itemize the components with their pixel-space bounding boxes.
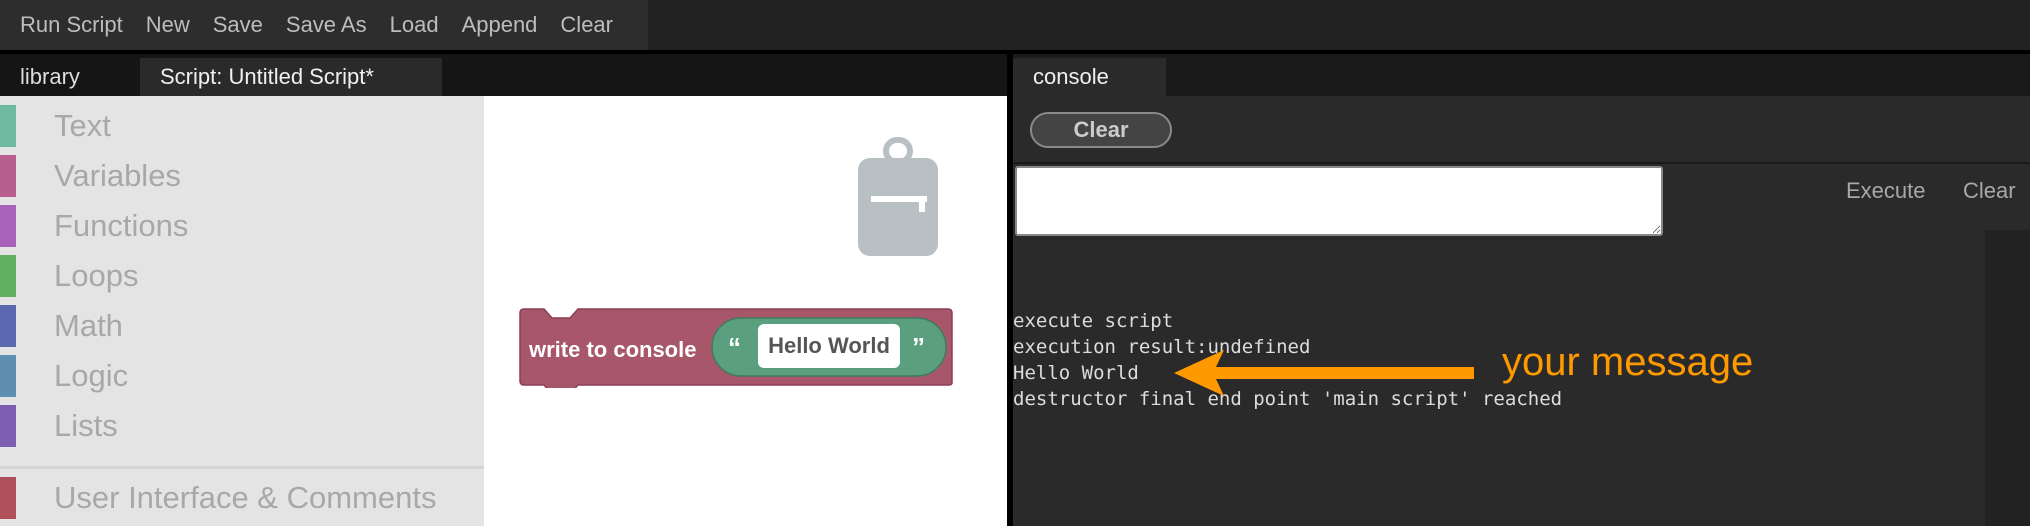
category-loops[interactable]: Loops — [0, 251, 484, 301]
category-user-interface-comments[interactable]: User Interface & Comments — [0, 473, 484, 523]
load-button[interactable]: Load — [380, 12, 449, 38]
category-label: Logic — [54, 358, 129, 393]
category-lists[interactable]: Lists — [0, 401, 484, 451]
category-color-swatch — [0, 305, 16, 347]
category-label: Variables — [54, 158, 181, 193]
category-label: Loops — [54, 258, 139, 293]
category-variables[interactable]: Variables — [0, 151, 484, 201]
console-tab-bar: console — [1013, 54, 2030, 96]
category-functions[interactable]: Functions — [0, 201, 484, 251]
console-panel: Clear Execute Clear execute script execut… — [1013, 96, 2030, 526]
category-label: Lists — [54, 408, 118, 443]
category-label: Text — [54, 108, 111, 143]
block-label: write to console — [529, 337, 697, 362]
open-quote: “ — [728, 332, 741, 362]
save-button[interactable]: Save — [203, 12, 273, 38]
close-quote: ” — [912, 332, 925, 362]
script-workspace[interactable]: write to console “ Hello World ” — [484, 96, 1007, 526]
tab-script[interactable]: Script: Untitled Script* — [140, 58, 442, 96]
console-divider — [1013, 162, 2030, 164]
string-value-field[interactable]: Hello World — [758, 324, 900, 368]
annotation-label: your message — [1502, 340, 1754, 384]
execute-button[interactable]: Execute — [1846, 178, 1926, 204]
save-as-button[interactable]: Save As — [276, 12, 377, 38]
console-clear-button[interactable]: Clear — [1030, 112, 1172, 148]
console-scrollbar[interactable] — [1985, 230, 2030, 526]
category-color-swatch — [0, 405, 16, 447]
log-line: execute script — [1013, 310, 1174, 332]
category-label: Math — [54, 308, 123, 343]
category-math[interactable]: Math — [0, 301, 484, 351]
category-color-swatch — [0, 355, 16, 397]
category-label: Functions — [54, 208, 189, 243]
run-script-button[interactable]: Run Script — [10, 12, 133, 38]
category-color-swatch — [0, 477, 16, 519]
new-button[interactable]: New — [136, 12, 200, 38]
tab-library[interactable]: library — [0, 58, 140, 96]
menu-group: Run Script New Save Save As Load Append … — [0, 0, 648, 50]
tab-console[interactable]: console — [1013, 58, 1166, 96]
library-divider — [0, 466, 484, 469]
menu-bar: Run Script New Save Save As Load Append … — [0, 0, 2030, 54]
trash-can-icon[interactable] — [857, 136, 939, 258]
category-label: User Interface & Comments — [54, 480, 437, 515]
annotation-arrow-icon — [1174, 350, 1474, 396]
category-color-swatch — [0, 255, 16, 297]
clear-input-button[interactable]: Clear — [1963, 178, 2016, 204]
category-color-swatch — [0, 155, 16, 197]
clear-button[interactable]: Clear — [550, 12, 623, 38]
left-tab-bar: library Script: Untitled Script* — [0, 54, 1007, 96]
command-input[interactable] — [1015, 166, 1663, 236]
category-text[interactable]: Text — [0, 101, 484, 151]
append-button[interactable]: Append — [452, 12, 548, 38]
category-color-swatch — [0, 205, 16, 247]
block-library: Text Variables Functions Loops Math Logi… — [0, 96, 484, 526]
category-logic[interactable]: Logic — [0, 351, 484, 401]
category-color-swatch — [0, 105, 16, 147]
